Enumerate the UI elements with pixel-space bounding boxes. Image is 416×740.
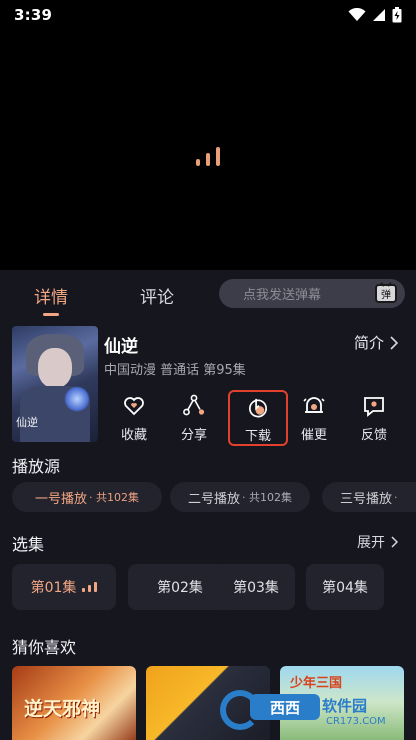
chevron-right-icon (390, 335, 398, 350)
watermark: 西西 软件园 CR173.COM (216, 686, 416, 740)
episode-label: 第04集 (322, 580, 368, 596)
show-title: 仙逆 (104, 337, 138, 357)
sources-title: 播放源 (12, 457, 61, 476)
wifi-icon (348, 8, 366, 21)
tab-comment[interactable]: 评论 (140, 283, 174, 308)
playing-indicator-icon (82, 582, 98, 592)
source-name: 二号播放 (187, 491, 240, 507)
share-button[interactable]: 分享 (164, 390, 224, 446)
feedback-icon (364, 397, 384, 417)
recommend-title: 猜你喜欢 (12, 638, 77, 657)
expand-button[interactable]: 展开 (357, 532, 398, 552)
source-name: 一号播放 (34, 491, 87, 507)
episode-item[interactable]: 第01集 (12, 564, 116, 610)
detail-panel: 详情 评论 点我发送弹幕 弹 仙逆 仙逆 中国动漫 普通话 第95集 简介 收藏… (0, 270, 416, 740)
episode-label: 第02集 (157, 580, 203, 596)
episode-item[interactable]: 第03集 (217, 564, 295, 610)
danmaku-input[interactable]: 点我发送弹幕 弹 (219, 279, 405, 308)
intro-button[interactable]: 简介 (354, 332, 398, 353)
episode-label: 第01集 (30, 580, 77, 596)
status-icons (348, 7, 402, 23)
watermark-title: 软件园 (322, 697, 368, 715)
feedback-button[interactable]: 反馈 (344, 390, 404, 446)
signal-icon (373, 9, 385, 21)
watermark-badge: 西西 (250, 694, 320, 720)
recommend-card-title: 逆天邪神 (24, 698, 101, 720)
source-chip-2[interactable]: 二号播放 · 共102集 (170, 482, 310, 512)
action-label: 收藏 (120, 428, 147, 443)
danmaku-placeholder: 点我发送弹幕 (243, 288, 322, 303)
heart-icon (124, 397, 144, 416)
video-player[interactable]: 3:39 (0, 0, 416, 270)
episodes-title: 选集 (12, 535, 45, 554)
watermark-url: CR173.COM (326, 716, 386, 727)
battery-icon (392, 7, 402, 23)
episode-label: 第03集 (233, 580, 279, 596)
expand-label: 展开 (357, 535, 385, 551)
download-button[interactable]: 下载 (228, 390, 288, 446)
intro-label: 简介 (353, 334, 384, 352)
source-list: 一号播放 · 共102集 二号播放 · 共102集 三号播放 · (0, 482, 416, 512)
action-label: 分享 (180, 428, 207, 443)
loading-indicator (196, 146, 220, 166)
status-time: 3:39 (14, 6, 53, 24)
source-count: · 共102集 (242, 491, 292, 504)
tab-active-indicator (43, 313, 59, 316)
chevron-right-icon (391, 536, 398, 548)
recommend-card[interactable]: 逆天邪神 (12, 666, 136, 740)
source-name: 三号播放 (340, 491, 393, 507)
episode-item[interactable]: 第04集 (306, 564, 384, 610)
source-count: · (394, 490, 398, 504)
share-icon (183, 394, 205, 416)
action-label: 下载 (244, 429, 271, 444)
action-bar: 收藏 分享 下载 催更 反馈 (104, 390, 416, 446)
download-icon (248, 398, 268, 418)
show-info: 仙逆 仙逆 中国动漫 普通话 第95集 简介 收藏 分享 下载 催更 反馈 (0, 326, 416, 446)
bell-icon (303, 397, 325, 413)
favorite-button[interactable]: 收藏 (104, 390, 164, 446)
show-meta: 中国动漫 普通话 第95集 (104, 363, 246, 378)
tab-detail[interactable]: 详情 (34, 283, 68, 308)
action-label: 反馈 (360, 428, 387, 443)
remind-update-button[interactable]: 催更 (284, 390, 344, 446)
source-chip-1[interactable]: 一号播放 · 共102集 (12, 482, 162, 512)
danmaku-icon[interactable]: 弹 (375, 282, 397, 304)
status-bar: 3:39 (0, 0, 416, 30)
show-cover[interactable]: 仙逆 (12, 326, 98, 442)
episode-list: 第01集 第02集 第03集 第04集 (0, 564, 416, 610)
source-chip-3[interactable]: 三号播放 · (322, 482, 416, 512)
svg-text:弹: 弹 (381, 288, 391, 301)
action-label: 催更 (300, 428, 327, 443)
source-count: · 共102集 (89, 491, 139, 504)
tab-bar: 详情 评论 点我发送弹幕 弹 (0, 270, 416, 320)
cover-logo: 仙逆 (16, 416, 38, 429)
